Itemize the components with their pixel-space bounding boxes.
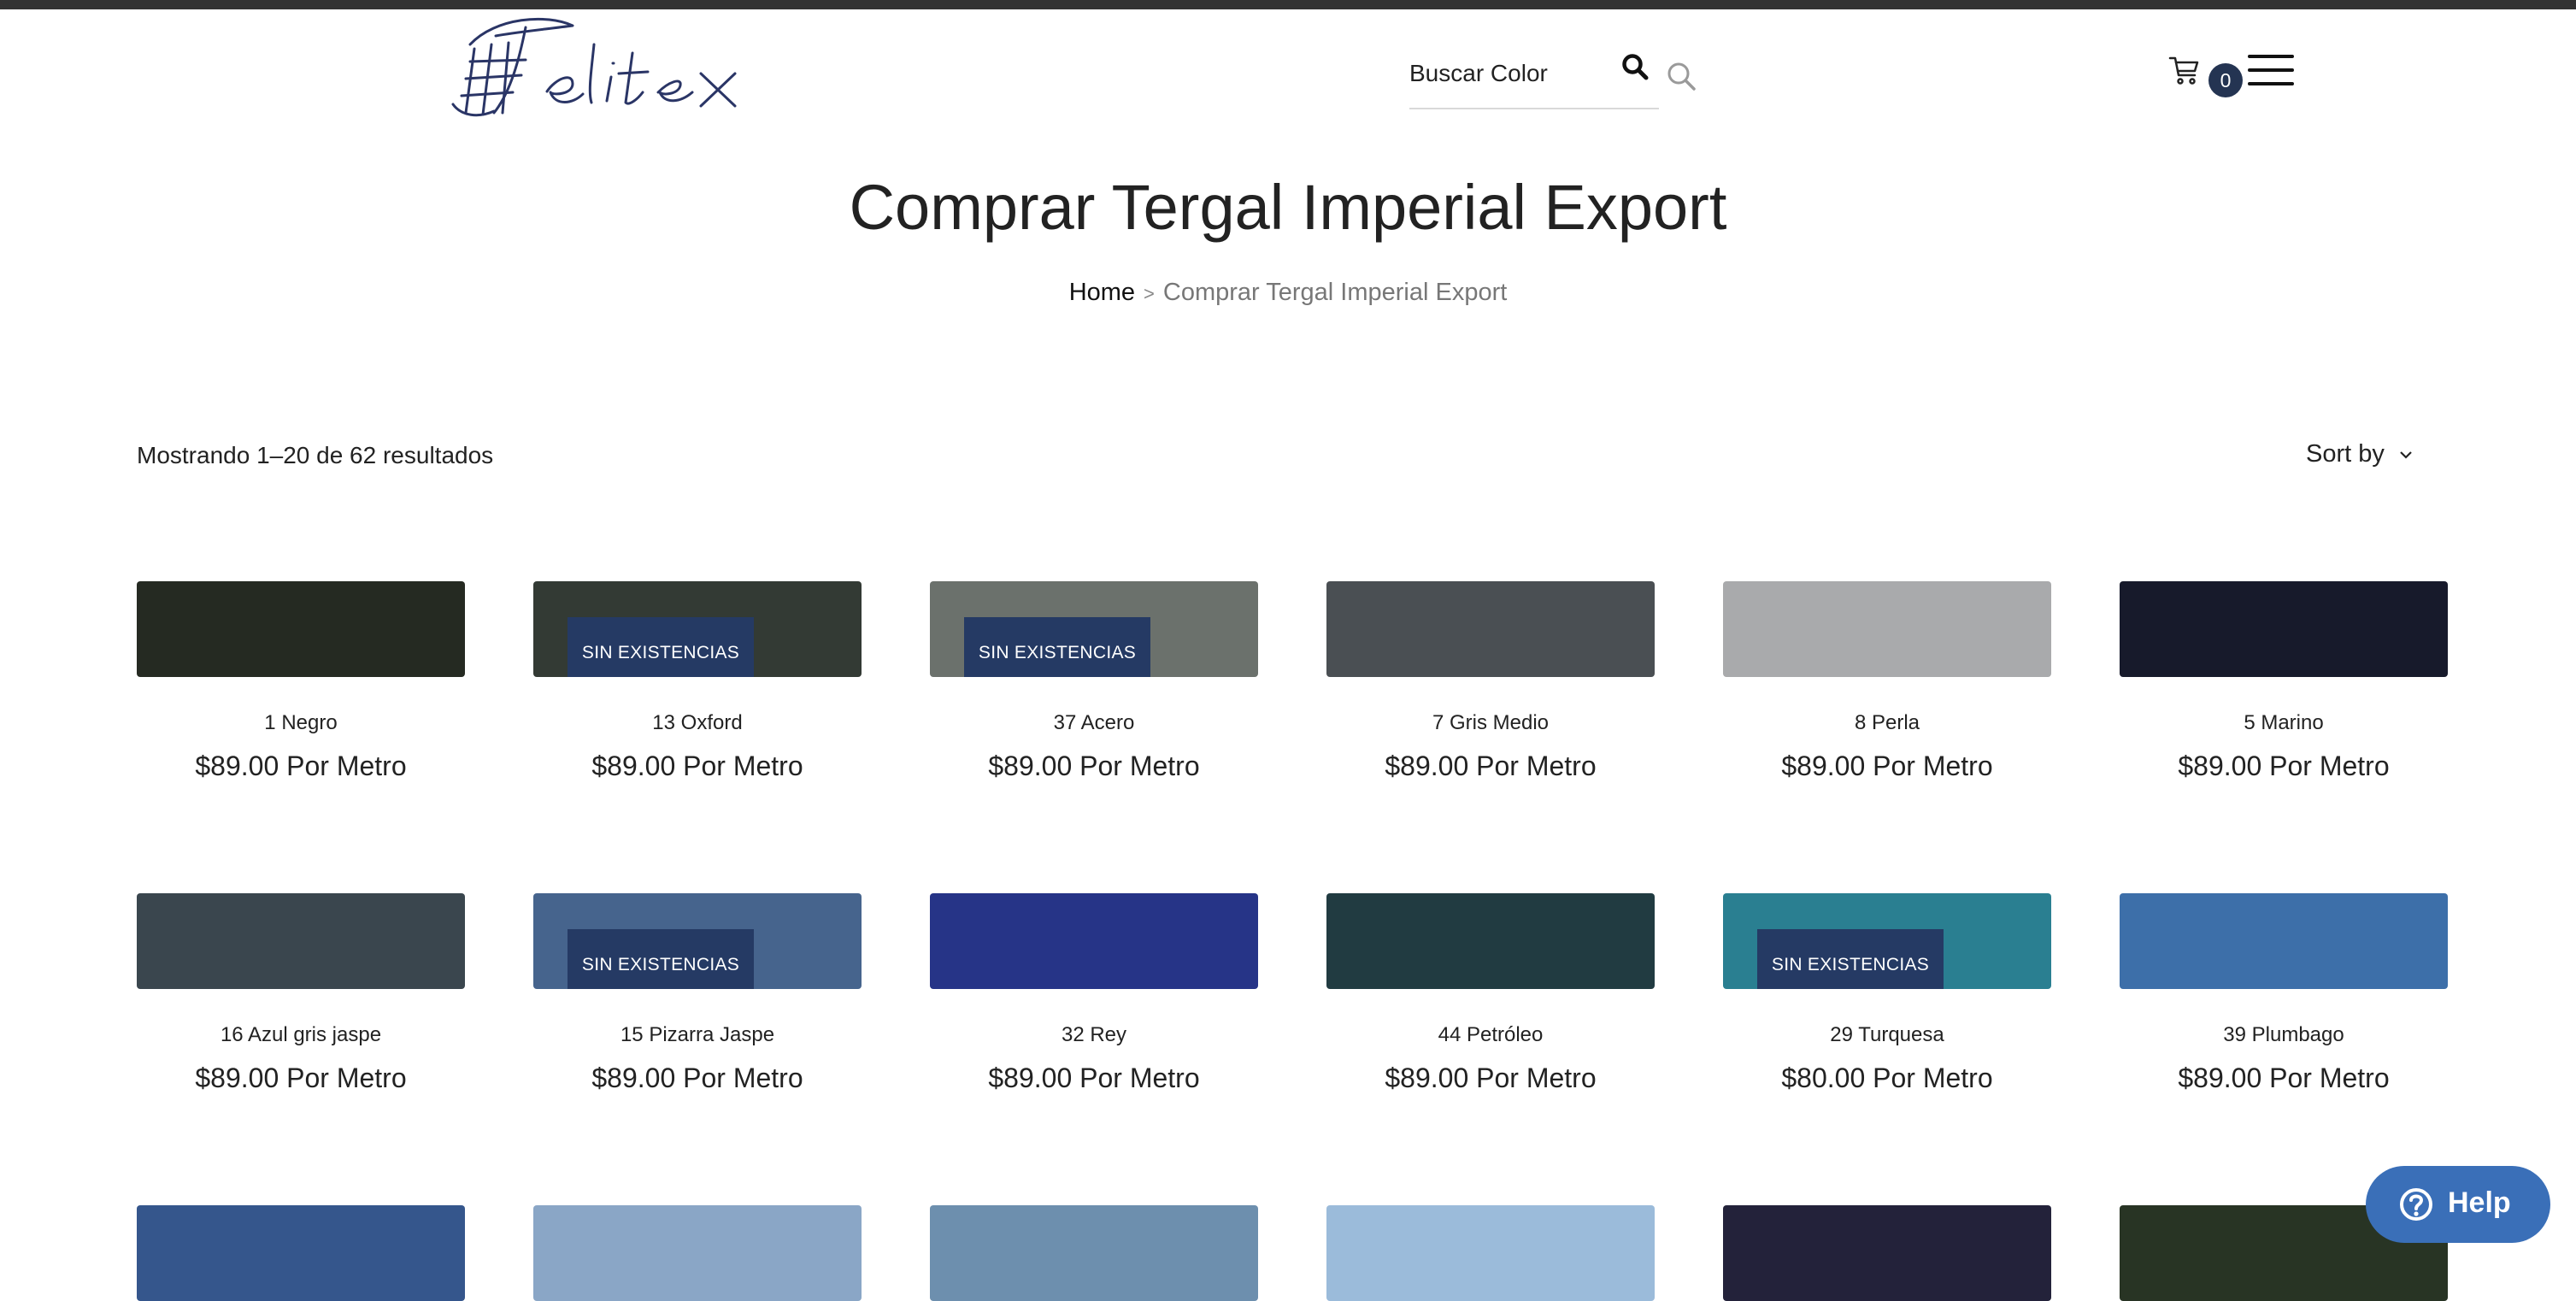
product-swatch-image[interactable] bbox=[930, 893, 1258, 989]
breadcrumb-current: Comprar Tergal Imperial Export bbox=[1162, 279, 1508, 306]
product-swatch-image[interactable] bbox=[1723, 581, 2051, 677]
product-price: $89.00 Por Metro bbox=[195, 1063, 407, 1093]
out-of-stock-badge: SIN EXISTENCIAS bbox=[1757, 929, 1944, 989]
product-name[interactable]: 13 Oxford bbox=[533, 711, 862, 735]
product-price: $89.00 Por Metro bbox=[2178, 751, 2390, 781]
product-swatch-image[interactable] bbox=[2120, 893, 2448, 989]
product-name[interactable]: 1 Negro bbox=[137, 711, 465, 735]
product-name[interactable]: 15 Pizarra Jaspe bbox=[533, 1023, 862, 1047]
product-swatch-image[interactable] bbox=[137, 893, 465, 989]
search-icon bbox=[1622, 54, 1649, 80]
page-title: Comprar Tergal Imperial Export bbox=[849, 172, 1727, 243]
product-swatch-image[interactable] bbox=[137, 581, 465, 677]
product-name[interactable]: 5 Marino bbox=[2120, 711, 2448, 735]
product-swatch-image[interactable] bbox=[1326, 581, 1655, 677]
product-name[interactable]: 37 Acero bbox=[930, 711, 1258, 735]
product-swatch-image[interactable] bbox=[1326, 1205, 1655, 1301]
product-swatch-image[interactable] bbox=[2120, 581, 2448, 677]
sort-label: Sort by bbox=[2306, 440, 2385, 468]
product-swatch-image[interactable]: SIN EXISTENCIAS bbox=[533, 581, 862, 677]
chevron-down-icon bbox=[2400, 451, 2412, 459]
product-swatch-image[interactable] bbox=[1326, 893, 1655, 989]
help-button[interactable]: Help bbox=[2366, 1166, 2550, 1243]
product-price: $89.00 Por Metro bbox=[988, 1063, 1200, 1093]
cart-icon[interactable] bbox=[2167, 53, 2202, 87]
search-icon[interactable] bbox=[1665, 60, 1697, 92]
product-name[interactable]: 39 Plumbago bbox=[2120, 1023, 2448, 1047]
product-name[interactable]: 16 Azul gris jaspe bbox=[137, 1023, 465, 1047]
sort-dropdown[interactable]: Sort by bbox=[2306, 440, 2414, 468]
cart-count-badge: 0 bbox=[2208, 63, 2243, 97]
question-circle-icon bbox=[2400, 1188, 2432, 1221]
breadcrumb-home-link[interactable]: Home bbox=[1069, 279, 1135, 306]
product-price: $89.00 Por Metro bbox=[1385, 1063, 1597, 1093]
product-price: $89.00 Por Metro bbox=[988, 751, 1200, 781]
hamburger-menu-icon[interactable] bbox=[2248, 55, 2294, 87]
product-price: $89.00 Por Metro bbox=[591, 1063, 803, 1093]
product-name[interactable]: 32 Rey bbox=[930, 1023, 1258, 1047]
out-of-stock-badge: SIN EXISTENCIAS bbox=[568, 617, 754, 677]
felitex-logo[interactable] bbox=[444, 10, 749, 128]
product-swatch-image[interactable] bbox=[930, 1205, 1258, 1301]
breadcrumb: Home > Comprar Tergal Imperial Export bbox=[0, 279, 2576, 307]
search-input[interactable] bbox=[1409, 50, 1606, 97]
product-price: $89.00 Por Metro bbox=[195, 751, 407, 781]
product-swatch-image[interactable] bbox=[1723, 1205, 2051, 1301]
help-label: Help bbox=[2448, 1186, 2511, 1219]
product-price: $89.00 Por Metro bbox=[591, 751, 803, 781]
search-button[interactable] bbox=[1621, 53, 1659, 91]
search-form bbox=[1409, 41, 1659, 109]
product-name[interactable]: 8 Perla bbox=[1723, 711, 2051, 735]
product-name[interactable]: 44 Petróleo bbox=[1326, 1023, 1655, 1047]
product-swatch-image[interactable] bbox=[137, 1205, 465, 1301]
product-swatch-image[interactable] bbox=[533, 1205, 862, 1301]
product-swatch-image[interactable]: SIN EXISTENCIAS bbox=[1723, 893, 2051, 989]
product-name[interactable]: 7 Gris Medio bbox=[1326, 711, 1655, 735]
product-swatch-image[interactable]: SIN EXISTENCIAS bbox=[930, 581, 1258, 677]
out-of-stock-badge: SIN EXISTENCIAS bbox=[568, 929, 754, 989]
product-price: $89.00 Por Metro bbox=[2178, 1063, 2390, 1093]
product-price: $80.00 Por Metro bbox=[1781, 1063, 1993, 1093]
product-price: $89.00 Por Metro bbox=[1385, 751, 1597, 781]
out-of-stock-badge: SIN EXISTENCIAS bbox=[964, 617, 1150, 677]
results-count: Mostrando 1–20 de 62 resultados bbox=[137, 442, 494, 468]
product-price: $89.00 Por Metro bbox=[1781, 751, 1993, 781]
top-bar bbox=[0, 0, 2576, 9]
product-name[interactable]: 29 Turquesa bbox=[1723, 1023, 2051, 1047]
product-swatch-image[interactable]: SIN EXISTENCIAS bbox=[533, 893, 862, 989]
breadcrumb-separator: > bbox=[1144, 283, 1155, 304]
